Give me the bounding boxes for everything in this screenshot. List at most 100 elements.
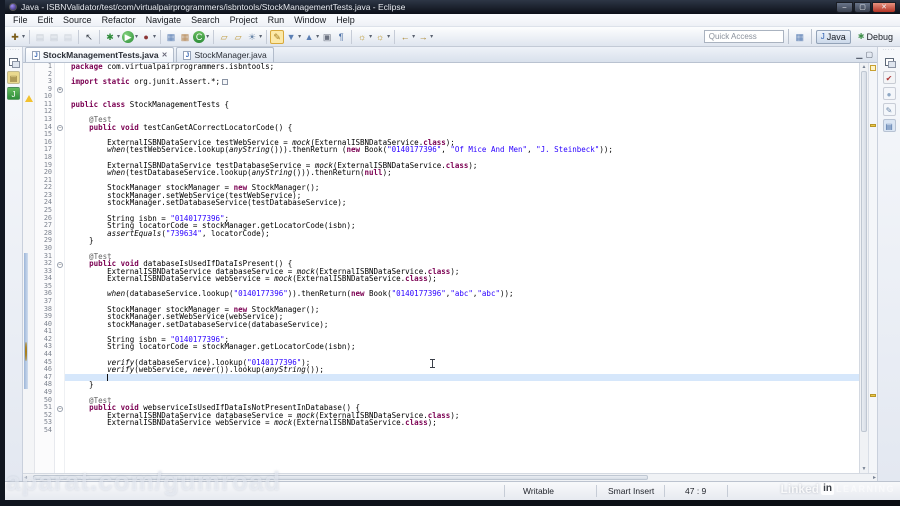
code-line-3[interactable]: import static org.junit.Assert.*; [65,78,859,86]
fold-collapse-icon[interactable]: – [55,397,65,415]
dropdown-arrow-icon[interactable]: ▾ [316,33,319,40]
code-line-43[interactable]: String locatorCode = stockManager.getLoc… [65,343,859,351]
toolbar-debug-button[interactable]: ✱ ▾ [103,30,121,44]
menu-run[interactable]: Run [263,14,290,27]
code-text-area[interactable]: package com.virtualpairprogrammers.isbnt… [65,63,859,473]
toolbar-new-java-project-button[interactable]: ▦ [164,30,178,44]
toolbar-new-package-button[interactable]: ▦ [178,30,192,44]
line-number-ruler[interactable]: 1 2 3 9 10 11 12 13 14 15 16 17 18 19 20 21 22 23 24 25 26 27… [35,63,55,473]
overview-warning-marker[interactable] [870,393,876,397]
code-line-30[interactable] [65,245,859,253]
menu-search[interactable]: Search [186,14,225,27]
overview-warning-marker[interactable] [870,124,876,128]
menu-help[interactable]: Help [331,14,360,27]
menu-project[interactable]: Project [225,14,263,27]
code-line-28[interactable]: assertEquals("739634", locatorCode); [65,229,859,238]
code-line-53[interactable]: ExternalISBNDataService webService = moc… [65,419,859,427]
close-button[interactable]: ✕ [872,1,896,13]
toolbar-last-edit-location-button[interactable]: ▣ [320,30,334,44]
fold-collapse-icon[interactable]: – [55,116,65,134]
toolbar-forward-button[interactable]: → ▾ [416,30,434,44]
dropdown-arrow-icon[interactable]: ▾ [298,33,301,40]
code-line-29[interactable]: } [65,237,859,245]
dropdown-arrow-icon[interactable]: ▾ [387,33,390,40]
vertical-scroll-thumb[interactable] [861,71,867,432]
toolbar-coverage-button[interactable]: ● ▾ [139,30,157,44]
scroll-down-icon[interactable]: ▼ [860,466,868,472]
toolbar-run-button[interactable]: ▶ ▾ [121,30,139,44]
task-list-icon[interactable]: ✔ [882,71,896,84]
minimize-editor-icon[interactable]: ▁ [856,51,862,59]
quickfix-bulb-icon[interactable] [25,342,33,362]
toolbar-annotation-nav-button[interactable]: ☼ ▾ [355,30,373,44]
code-line-34[interactable]: ExternalISBNDataService webService = moc… [65,275,859,283]
dropdown-arrow-icon[interactable]: ▾ [369,33,372,40]
toolbar-next-annotation-button[interactable]: ▼ ▾ [284,30,302,44]
menu-navigate[interactable]: Navigate [141,14,187,27]
toolbar-new-class-button[interactable]: C ▾ [192,30,210,44]
toolbar-mark-occurrences-button[interactable]: ✎ [270,29,285,44]
dropdown-arrow-icon[interactable]: ▾ [206,33,209,40]
connections-icon[interactable]: ● [882,87,896,100]
toolbar-back-button[interactable]: ← ▾ [398,30,416,44]
code-line-54[interactable] [65,427,859,435]
collapsed-region-icon[interactable] [222,79,229,86]
title-bar[interactable]: Java - ISBNValidator/test/com/virtualpai… [5,0,900,14]
menu-source[interactable]: Source [58,14,97,27]
drag-handle[interactable]: ····· [7,48,20,53]
toolbar-save-all-button[interactable]: ▤ [47,30,61,44]
overview-ruler[interactable] [868,63,877,473]
junit-icon[interactable]: J [7,87,20,100]
tab-stockmanager-java[interactable]: J StockManager.java [176,47,274,62]
toolbar-open-resource-button[interactable]: ▱ [231,30,245,44]
menu-refactor[interactable]: Refactor [97,14,141,27]
warning-marker-icon[interactable] [25,78,33,103]
code-line-46[interactable]: verify(webService, never()).lookup(anySt… [65,366,859,374]
code-line-24[interactable]: stockManager.setDatabaseService(testData… [65,199,859,207]
dropdown-arrow-icon[interactable]: ▾ [153,33,156,40]
minimize-button[interactable]: – [836,1,853,13]
code-line-49[interactable] [65,389,859,397]
fold-expand-icon[interactable]: + [55,78,65,96]
folding-ruler[interactable]: + – – – [55,63,65,473]
code-line-48[interactable]: } [65,381,859,389]
toolbar-print-button[interactable]: ▤ [61,30,75,44]
perspective-java-button[interactable]: J Java [815,29,851,44]
open-perspective-button[interactable]: ▦ [793,30,807,44]
code-line-9[interactable] [65,86,859,94]
perspective-debug-button[interactable]: ✱ Debug [854,31,897,43]
toolbar-show-whitespace-button[interactable]: ¶ [334,30,348,44]
code-line-40[interactable]: stockManager.setDatabaseService(database… [65,320,859,329]
quick-access-box[interactable]: Quick Access [703,30,784,43]
javadoc-icon[interactable]: ✎ [882,103,896,116]
maximize-button[interactable]: ▢ [854,1,871,13]
code-line-36[interactable]: when(databaseService.lookup("0140177396"… [65,290,859,298]
fold-collapse-icon[interactable]: – [55,253,65,271]
menu-file[interactable]: File [8,14,33,27]
close-tab-icon[interactable]: ✕ [162,51,168,59]
dropdown-arrow-icon[interactable]: ▾ [135,33,138,40]
code-line-47[interactable] [65,373,859,382]
marker-ruler[interactable] [23,63,35,473]
restore-view-icon[interactable] [7,55,20,68]
code-line-17[interactable]: when(testWebService.lookup(anyString()))… [65,146,859,154]
toolbar-search-button[interactable]: ☀ ▾ [245,30,263,44]
scroll-up-icon[interactable]: ▲ [860,64,868,70]
dropdown-arrow-icon[interactable]: ▾ [412,33,415,40]
tab-stockmanagementtests-java[interactable]: J StockManagementTests.java ✕ [25,47,175,62]
restore-view-icon[interactable] [883,55,896,68]
toolbar-pointer-mode-button[interactable]: ↖ [82,30,96,44]
dropdown-arrow-icon[interactable]: ▾ [259,33,262,40]
menu-edit[interactable]: Edit [33,14,59,27]
code-line-12[interactable] [65,108,859,116]
dropdown-arrow-icon[interactable]: ▾ [22,33,25,40]
toolbar-annotation-nav-2-button[interactable]: ☼ ▾ [373,30,391,44]
code-line-1[interactable]: package com.virtualpairprogrammers.isbnt… [65,63,859,71]
drag-handle[interactable]: ····· [882,48,895,53]
outline-icon[interactable]: ▤ [882,119,896,132]
vertical-scrollbar[interactable]: ▲ ▼ [859,63,868,473]
toolbar-new-wizard-button[interactable]: ✚ ▾ [8,30,26,44]
maximize-editor-icon[interactable]: ▢ [865,51,873,59]
toolbar-previous-annotation-button[interactable]: ▲ ▾ [302,30,320,44]
toolbar-save-button[interactable]: ▤ [33,30,47,44]
